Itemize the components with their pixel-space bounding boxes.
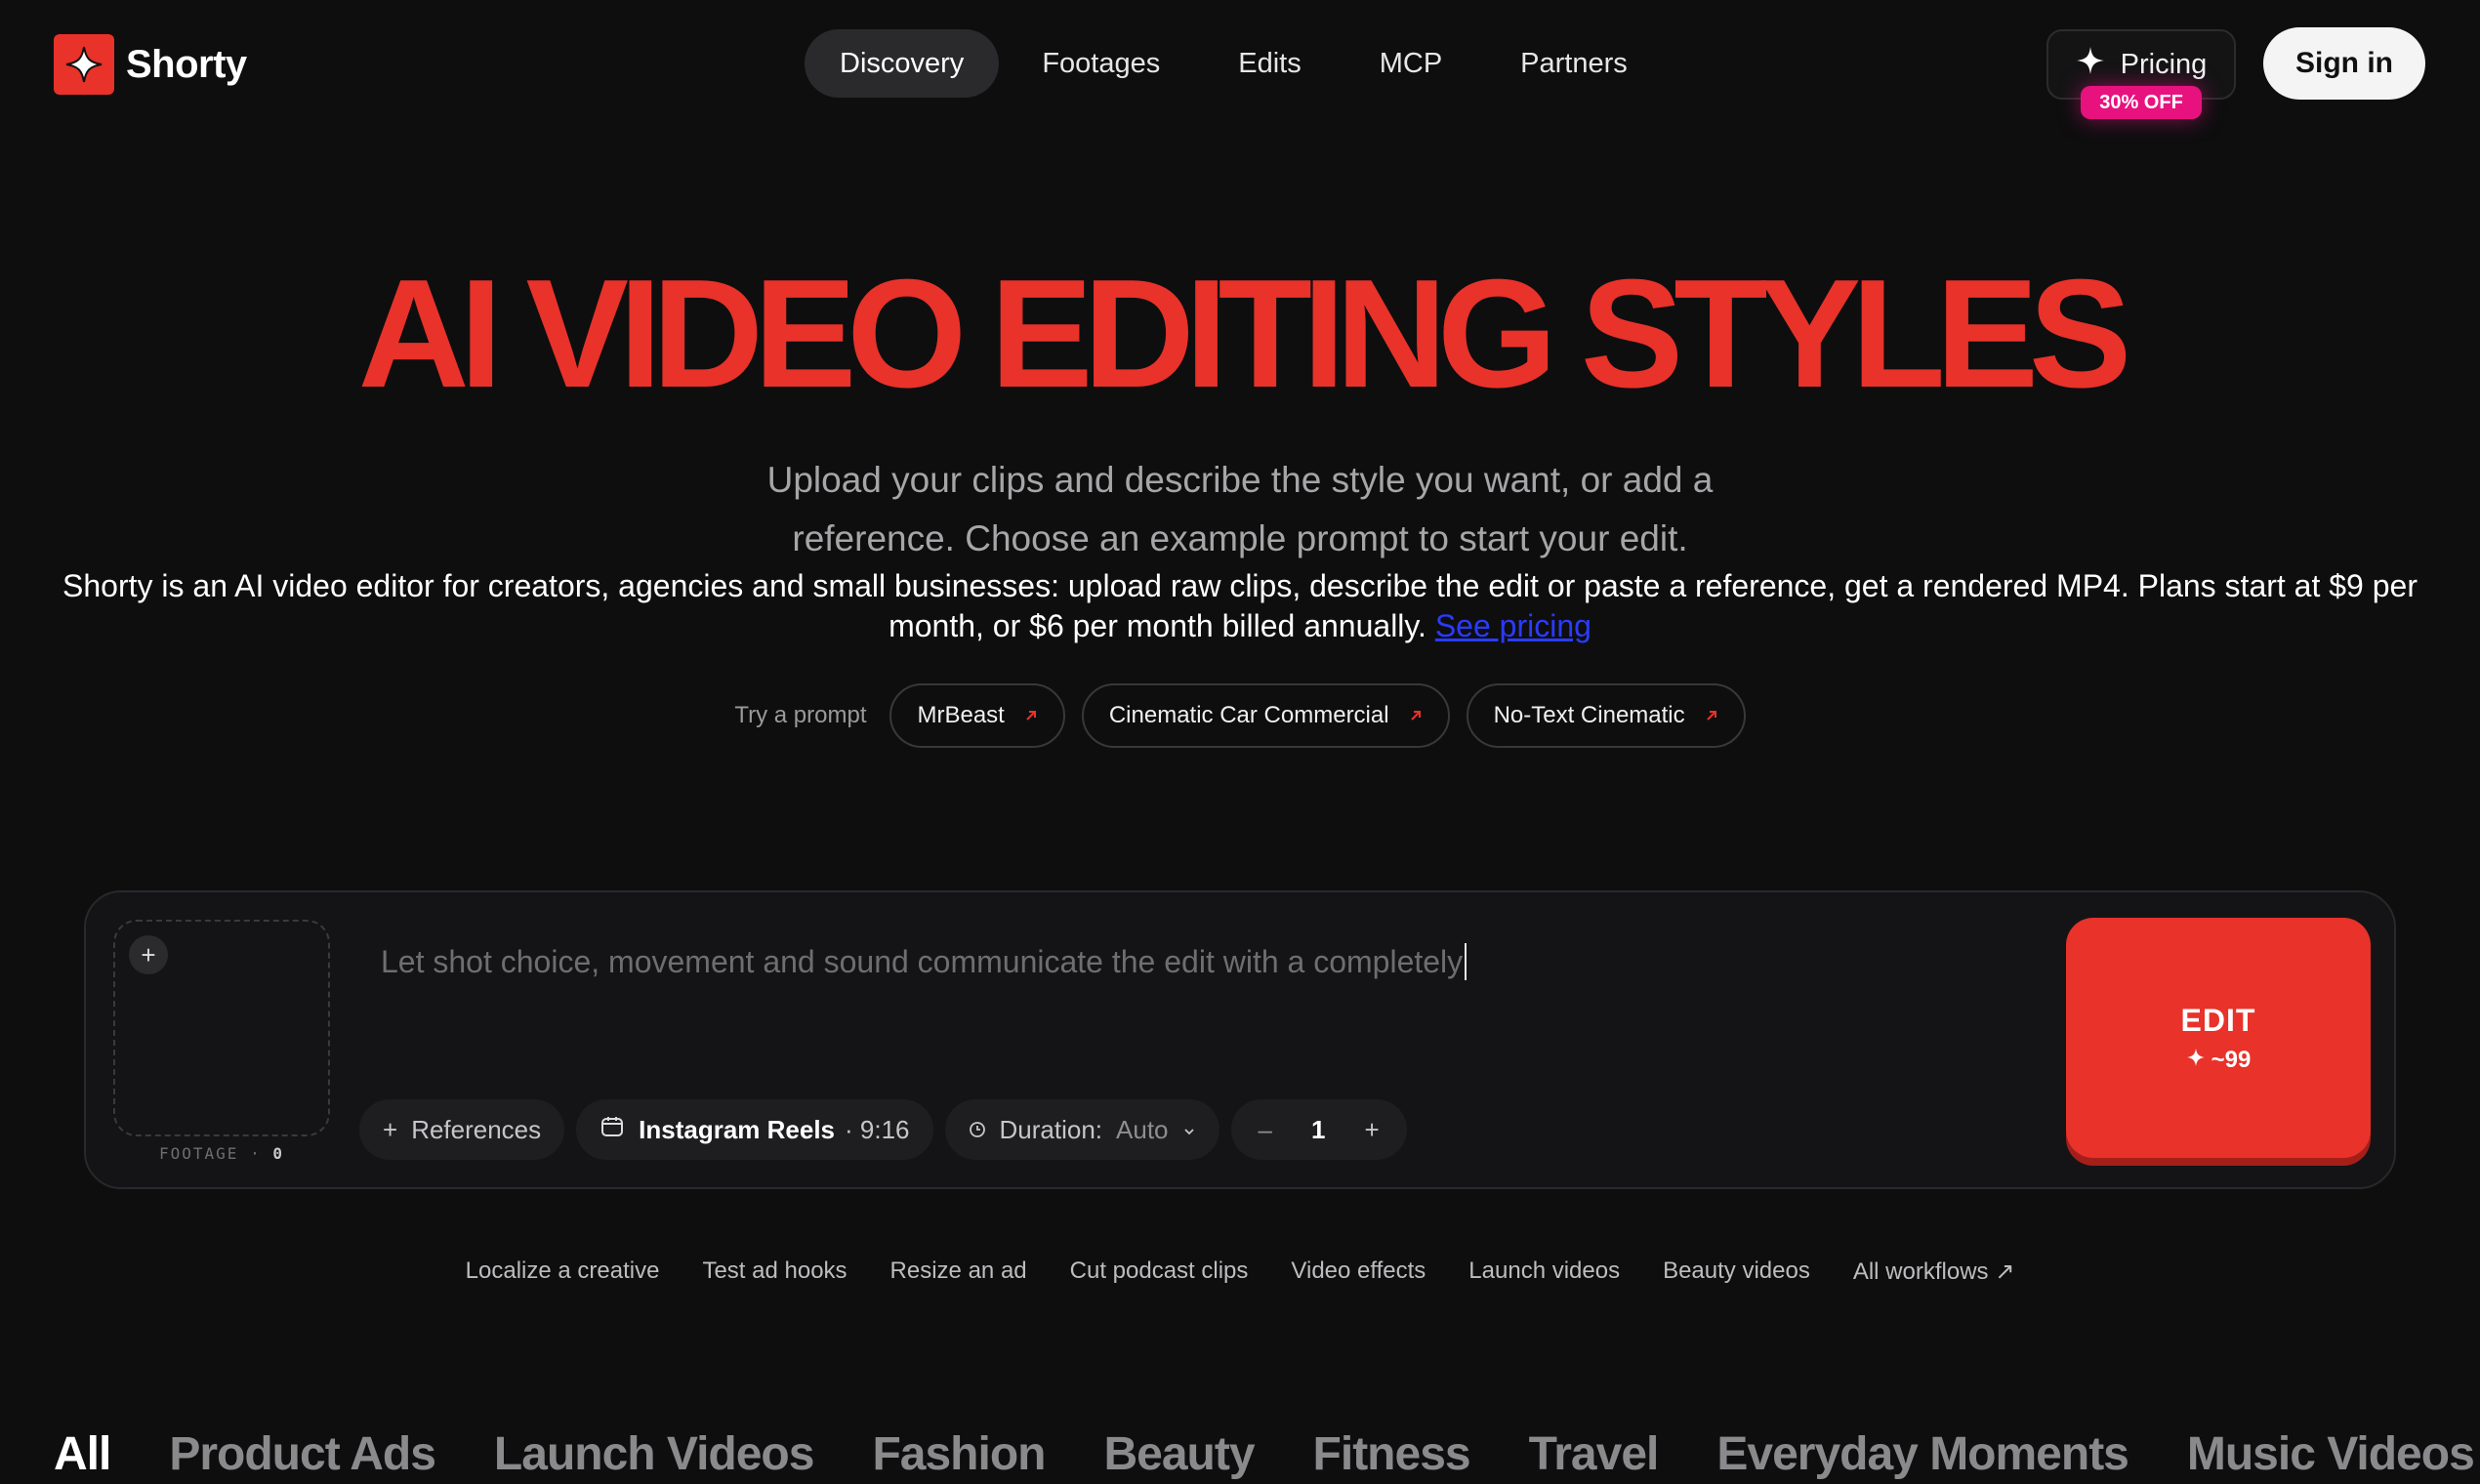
nav-item-mcp[interactable]: MCP (1344, 29, 1477, 98)
duration-selector[interactable]: Duration: Auto (944, 1099, 1219, 1160)
workflow-links: Localize a creative Test ad hooks Resize… (0, 1257, 2480, 1286)
prompt-composer: + FOOTAGE · 0 Let shot choice, movement … (84, 890, 2396, 1189)
calendar-icon (599, 1114, 625, 1146)
nav-item-footages[interactable]: Footages (1007, 29, 1195, 98)
platform-ratio: · 9:16 (845, 1114, 910, 1144)
duration-label: Duration: (999, 1114, 1103, 1144)
plus-icon[interactable]: + (1364, 1115, 1379, 1145)
workflow-link[interactable]: Launch videos (1468, 1257, 1620, 1286)
footage-separator: · (250, 1144, 262, 1163)
text-caret (1465, 943, 1467, 980)
workflow-link[interactable]: Resize an ad (890, 1257, 1027, 1286)
footage-label: FOOTAGE (159, 1144, 239, 1163)
hero-subtitle: Upload your clips and describe the style… (766, 460, 1714, 558)
page: Shorty Discovery Footages Edits MCP Part… (0, 0, 2480, 1484)
hero-description: Shorty is an AI video editor for creator… (49, 566, 2431, 646)
prompt-input[interactable]: Let shot choice, movement and sound comm… (381, 943, 2041, 980)
references-button[interactable]: + References (359, 1099, 565, 1160)
sign-in-button[interactable]: Sign in (2263, 27, 2425, 100)
tab-launch-videos[interactable]: Launch Videos (494, 1427, 815, 1481)
see-pricing-link[interactable]: See pricing (1435, 608, 1591, 643)
credits-value: ~99 (2211, 1046, 2252, 1073)
duration-value: Auto (1116, 1114, 1169, 1144)
discount-badge: 30% OFF (2081, 86, 2202, 119)
arrow-up-right-icon (1024, 702, 1038, 729)
prompt-chip-cinematic-car[interactable]: Cinematic Car Commercial (1081, 683, 1450, 748)
workflow-link[interactable]: Beauty videos (1663, 1257, 1810, 1286)
workflow-link[interactable]: Localize a creative (466, 1257, 660, 1286)
edit-button[interactable]: EDIT ~99 (2066, 918, 2371, 1158)
arrow-up-right-icon (1409, 702, 1423, 729)
chip-label: Cinematic Car Commercial (1108, 702, 1389, 728)
sparkle-icon (2186, 1047, 2206, 1074)
prompt-text: Let shot choice, movement and sound comm… (381, 944, 1464, 979)
tab-everyday-moments[interactable]: Everyday Moments (1716, 1427, 2129, 1481)
footage-counter: FOOTAGE · 0 (113, 1144, 330, 1163)
chip-label: No-Text Cinematic (1493, 702, 1685, 728)
workflow-link[interactable]: Test ad hooks (702, 1257, 847, 1286)
minus-icon[interactable]: – (1259, 1115, 1272, 1145)
plus-icon[interactable]: + (129, 935, 168, 974)
category-tabs: All Product Ads Launch Videos Fashion Be… (54, 1427, 2475, 1481)
composer-controls: + References Instagram Reels · 9:16 Dura… (359, 1099, 1407, 1160)
prompt-chip-no-text-cinematic[interactable]: No-Text Cinematic (1466, 683, 1746, 748)
arrow-up-right-icon (1705, 702, 1718, 729)
tab-product-ads[interactable]: Product Ads (169, 1427, 436, 1481)
sparkle-icon (2076, 46, 2105, 83)
tab-beauty[interactable]: Beauty (1103, 1427, 1255, 1481)
tab-fitness[interactable]: Fitness (1313, 1427, 1471, 1481)
quantity-value: 1 (1311, 1114, 1326, 1144)
chevron-down-icon (1182, 1115, 1196, 1145)
plus-icon: + (383, 1114, 398, 1144)
description-text: Shorty is an AI video editor for creator… (62, 568, 2418, 643)
tab-fashion[interactable]: Fashion (872, 1427, 1046, 1481)
footage-count: 0 (272, 1144, 284, 1163)
tab-travel[interactable]: Travel (1529, 1427, 1660, 1481)
footage-dropzone[interactable]: + (113, 920, 330, 1136)
try-prompt-label: Try a prompt (734, 702, 867, 728)
prompt-chip-mrbeast[interactable]: MrBeast (889, 683, 1065, 748)
tab-all[interactable]: All (54, 1427, 111, 1481)
brand-name: Shorty (126, 42, 247, 86)
clock-icon (969, 1115, 986, 1145)
hero-title: AI VIDEO EDITING STYLES (357, 248, 2132, 420)
nav-item-discovery[interactable]: Discovery (805, 29, 1000, 98)
main-nav: Discovery Footages Edits MCP Partners (805, 29, 1663, 98)
quantity-stepper: – 1 + (1230, 1099, 1407, 1160)
references-label: References (411, 1114, 542, 1144)
edit-credits: ~99 (2186, 1046, 2252, 1074)
logo[interactable]: Shorty (54, 34, 247, 95)
pricing-label: Pricing (2120, 48, 2208, 80)
platform-selector[interactable]: Instagram Reels · 9:16 (576, 1099, 933, 1160)
workflow-link[interactable]: Video effects (1291, 1257, 1426, 1286)
all-workflows-link[interactable]: All workflows ↗ (1853, 1257, 2014, 1286)
tab-music-videos[interactable]: Music Videos (2187, 1427, 2475, 1481)
edit-label: EDIT (2180, 1002, 2256, 1038)
workflow-link[interactable]: Cut podcast clips (1070, 1257, 1249, 1286)
nav-item-edits[interactable]: Edits (1203, 29, 1336, 98)
prompt-suggestions: Try a prompt MrBeast Cinematic Car Comme… (0, 683, 2480, 748)
chip-label: MrBeast (917, 702, 1005, 728)
nav-item-partners[interactable]: Partners (1485, 29, 1663, 98)
sparkle-logo-icon (54, 34, 114, 95)
platform-label: Instagram Reels (639, 1114, 836, 1144)
